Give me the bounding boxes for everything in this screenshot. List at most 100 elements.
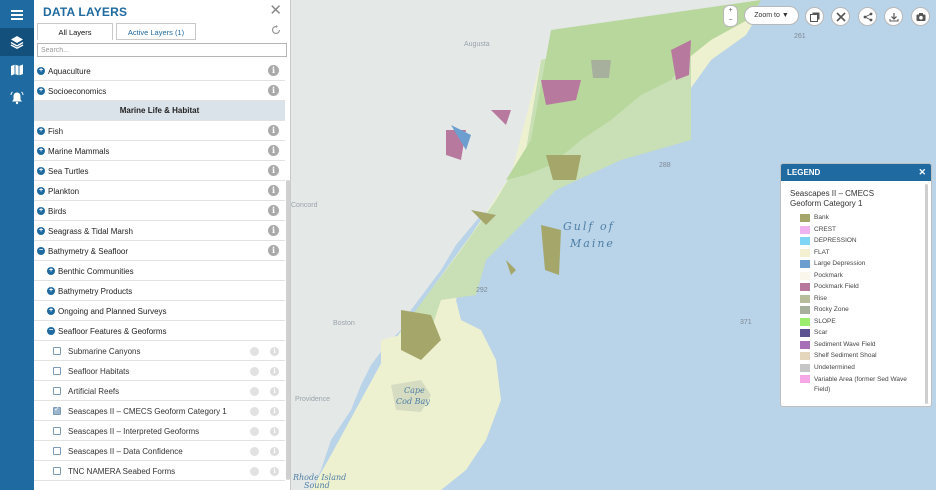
layer-item[interactable]: Seascapes II – CMECS Geoform Category 1 i [34,401,285,421]
expand-icon[interactable]: + [47,287,55,295]
expand-icon[interactable]: + [37,187,45,195]
layer-item[interactable]: Submarine Canyons i [34,341,285,361]
layer-group[interactable]: + Fish i [34,121,285,141]
expand-icon[interactable]: + [37,147,45,155]
expand-icon[interactable]: + [37,87,45,95]
close-panel-button[interactable]: ✕ [269,3,282,19]
zoom-in-button[interactable]: + [724,6,737,16]
expand-icon[interactable]: + [37,67,45,75]
info-icon[interactable]: i [268,145,279,156]
info-icon[interactable]: i [270,467,279,476]
info-icon[interactable]: i [268,185,279,196]
legend-label: Scar [814,329,828,336]
layer-item[interactable]: Artificial Reefs i [34,381,285,401]
transparency-icon[interactable] [250,427,259,436]
panel-title: DATA LAYERS [43,5,128,19]
layer-label: Seascapes II – Interpreted Geoforms [68,427,200,436]
info-icon[interactable]: i [268,65,279,76]
info-icon[interactable]: i [268,205,279,216]
bell-icon[interactable] [0,84,34,112]
camera-icon[interactable] [911,7,930,26]
layer-checkbox[interactable] [53,467,61,475]
expand-icon[interactable]: + [47,267,55,275]
info-icon[interactable]: i [270,407,279,416]
legend-label: Bank [814,214,829,221]
info-icon[interactable]: i [268,85,279,96]
layer-checkbox[interactable] [53,427,61,435]
refresh-icon[interactable] [271,25,281,35]
legend-item: Rise [781,293,931,305]
layer-checkbox[interactable] [53,367,61,375]
layer-group[interactable]: + Marine Mammals i [34,141,285,161]
layer-item[interactable]: Seascapes II – Interpreted Geoforms i [34,421,285,441]
close-legend-button[interactable]: ✕ [918,167,926,178]
info-icon[interactable]: i [268,125,279,136]
tab-all-layers[interactable]: All Layers [37,23,113,40]
info-icon[interactable]: i [268,225,279,236]
info-icon[interactable]: i [270,427,279,436]
expand-icon[interactable]: + [37,167,45,175]
layer-checkbox[interactable] [53,387,61,395]
layer-label: Marine Life & Habitat [119,106,200,115]
expand-icon[interactable]: + [47,307,55,315]
tools-icon[interactable] [831,7,850,26]
city-label-boston: Boston [333,320,355,327]
layer-group[interactable]: + Sea Turtles i [34,161,285,181]
layer-label: Socioeconomics [48,87,107,96]
expand-icon[interactable]: + [37,207,45,215]
download-icon[interactable] [884,7,903,26]
info-icon[interactable]: i [270,347,279,356]
legend-label: Undetermined [814,363,855,371]
layer-group[interactable]: − Bathymetry & Seafloor i [34,241,285,261]
layer-group[interactable]: + Seagrass & Tidal Marsh i [34,221,285,241]
map-icon[interactable] [0,56,34,84]
panel-scrollbar[interactable] [286,180,290,480]
legend-item: Large Depression [781,258,931,270]
info-icon[interactable]: i [268,165,279,176]
layer-checkbox[interactable] [53,405,61,415]
zoom-out-button[interactable]: − [724,16,737,26]
collapse-icon[interactable]: − [47,327,55,335]
search-input[interactable] [37,43,287,57]
info-icon[interactable]: i [270,447,279,456]
layer-item[interactable]: Seascapes II – Data Confidence i [34,441,285,461]
transparency-icon[interactable] [250,407,259,416]
legend-scrollbar[interactable] [925,184,928,404]
layer-label: TNC NAMERA Seabed Forms [68,467,176,476]
layer-checkbox[interactable] [53,347,61,355]
expand-icon[interactable]: + [37,127,45,135]
icon-rail [0,0,34,490]
layer-group[interactable]: + Aquaculture i [34,61,285,81]
legend-swatch [800,248,810,257]
collapse-icon[interactable]: − [37,247,45,255]
transparency-icon[interactable] [250,367,259,376]
tab-active-layers[interactable]: Active Layers (1) [116,23,196,40]
legend-swatch [800,375,810,383]
layer-group[interactable]: + Ongoing and Planned Surveys [34,301,285,321]
transparency-icon[interactable] [250,447,259,456]
layer-checkbox[interactable] [53,447,61,455]
info-icon[interactable]: i [270,367,279,376]
layer-group[interactable]: + Birds i [34,201,285,221]
info-icon[interactable]: i [270,387,279,396]
share-icon[interactable] [858,7,877,26]
transparency-icon[interactable] [250,387,259,396]
layers-icon[interactable] [0,28,34,56]
legend-swatch [800,340,810,349]
info-icon[interactable]: i [268,245,279,256]
layer-group[interactable]: + Benthic Communities [34,261,285,281]
legend-swatch [800,329,810,337]
layer-item[interactable]: Seafloor Habitats i [34,361,285,381]
layer-group[interactable]: + Bathymetry Products [34,281,285,301]
legend-item: SLOPE [781,316,931,328]
zoom-to-dropdown[interactable]: Zoom to ▼ [744,6,799,25]
transparency-icon[interactable] [250,347,259,356]
layer-item[interactable]: TNC NAMERA Seabed Forms i [34,461,285,481]
expand-icon[interactable]: + [37,227,45,235]
transparency-icon[interactable] [250,467,259,476]
layer-group[interactable]: − Seafloor Features & Geoforms [34,321,285,341]
layer-group[interactable]: + Plankton i [34,181,285,201]
basemap-icon[interactable] [805,7,824,26]
menu-icon[interactable] [0,1,34,29]
layer-group[interactable]: + Socioeconomics i [34,81,285,101]
